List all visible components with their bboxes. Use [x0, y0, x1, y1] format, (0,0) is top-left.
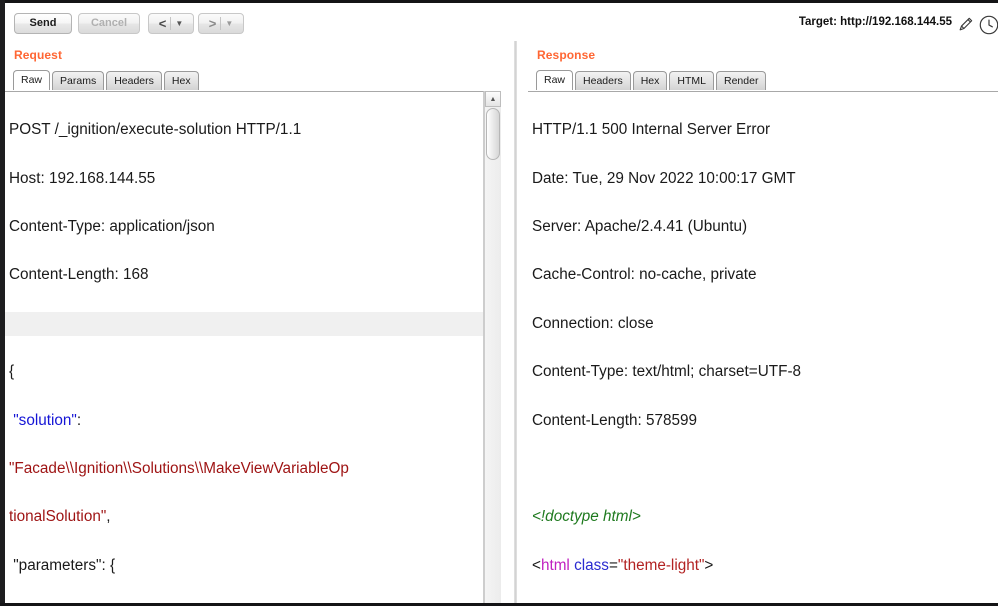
response-header-line: Cache-Control: no-cache, private [532, 266, 757, 284]
response-header-line: Date: Tue, 29 Nov 2022 10:00:17 GMT [532, 169, 796, 187]
request-code[interactable]: POST /_ignition/execute-solution HTTP/1.… [5, 94, 483, 603]
response-body-line: <!doctype html> [532, 505, 996, 529]
previous-request-button[interactable]: < ▼ [148, 13, 194, 34]
response-tab-headers[interactable]: Headers [575, 71, 631, 90]
html-tag-name: html [540, 556, 570, 574]
request-tab-hex[interactable]: Hex [163, 71, 199, 90]
pencil-icon[interactable] [957, 15, 975, 33]
html-close-bracket: > [704, 556, 714, 574]
request-tab-headers[interactable]: Headers [106, 71, 162, 90]
scroll-up-button[interactable]: ▲ [485, 91, 501, 107]
response-header-line: Content-Type: text/html; charset=UTF-8 [532, 363, 802, 381]
request-tabstrip: Raw Params Headers Hex [13, 70, 201, 90]
json-value-solution-part1: "Facade\\Ignition\\Solutions\\MakeViewVa… [9, 460, 349, 478]
cancel-button[interactable]: Cancel [78, 13, 140, 34]
json-key-parameters: "parameters" [13, 556, 102, 574]
burp-repeater-window: Send Cancel < ▼ > ▼ Target: http://192.1… [0, 0, 998, 606]
response-tab-html[interactable]: HTML [669, 71, 714, 90]
request-panel: Request Raw Params Headers Hex POST /_ig… [5, 41, 501, 603]
html-doctype: <!doctype html> [532, 508, 641, 526]
response-tab-raw[interactable]: Raw [536, 70, 574, 90]
next-request-button[interactable]: > ▼ [198, 13, 244, 34]
response-blank-separator [532, 457, 996, 481]
response-header-line: Server: Apache/2.4.41 (Ubuntu) [532, 218, 748, 236]
chevron-right-icon: > [208, 16, 217, 31]
triangle-up-icon: ▲ [489, 95, 497, 103]
send-button[interactable]: Send [14, 13, 72, 34]
chevron-down-icon[interactable]: ▼ [175, 19, 183, 28]
request-header-line: Content-Type: application/json [9, 218, 215, 236]
response-header-line: Connection: close [532, 314, 654, 332]
request-body-line: tionalSolution", [9, 505, 481, 529]
scrollbar-thumb[interactable] [486, 108, 500, 160]
request-body-line: { [9, 360, 481, 384]
response-tabstrip: Raw Headers Hex HTML Render [536, 70, 768, 90]
request-body-line: "variableName": "username", [9, 602, 481, 603]
request-text-view[interactable]: POST /_ignition/execute-solution HTTP/1.… [5, 91, 484, 603]
response-header-line: Content-Length: 578599 [532, 411, 698, 429]
request-blank-separator [5, 311, 483, 337]
panel-divider[interactable] [514, 41, 517, 603]
request-body-line: "Facade\\Ignition\\Solutions\\MakeViewVa… [9, 457, 481, 481]
top-toolbar: Send Cancel < ▼ > ▼ Target: http://192.1… [5, 3, 998, 41]
html-attr-value: "theme-light" [617, 556, 705, 574]
chevron-left-icon: < [158, 16, 167, 31]
html-open-bracket: < [532, 556, 541, 574]
json-colon: : [76, 411, 82, 429]
html-equals: = [608, 556, 618, 574]
nav-separator [170, 17, 172, 30]
response-panel: Response Raw Headers Hex HTML Render HTT… [528, 41, 998, 603]
request-tab-params[interactable]: Params [52, 71, 105, 90]
target-label: Target: http://192.168.144.55 [798, 16, 952, 28]
clock-icon[interactable] [978, 14, 998, 36]
request-body-line: "parameters": { [9, 554, 481, 578]
response-panel-title: Response [537, 48, 596, 62]
request-header-line: Content-Length: 168 [9, 266, 149, 284]
json-open-brace: { [9, 363, 15, 381]
response-body-line: <!-- [532, 602, 996, 603]
request-header-line: POST /_ignition/execute-solution HTTP/1.… [9, 121, 302, 139]
html-attr-name: class [574, 556, 609, 574]
json-value-solution-part2: tionalSolution" [9, 508, 107, 526]
scrollbar-track[interactable] [486, 161, 500, 602]
request-body-line: "solution": [9, 409, 481, 433]
request-header-line: Host: 192.168.144.55 [9, 169, 156, 187]
chevron-down-icon[interactable]: ▼ [225, 19, 233, 28]
response-header-line: HTTP/1.1 500 Internal Server Error [532, 121, 771, 139]
response-tab-render[interactable]: Render [716, 71, 767, 90]
json-comma: , [106, 508, 111, 526]
nav-separator [220, 17, 222, 30]
response-tab-hex[interactable]: Hex [632, 71, 668, 90]
response-code[interactable]: HTTP/1.1 500 Internal Server Error Date:… [532, 94, 996, 603]
json-key-solution: "solution" [13, 411, 77, 429]
request-panel-title: Request [14, 48, 63, 62]
response-text-view[interactable]: HTTP/1.1 500 Internal Server Error Date:… [528, 91, 998, 603]
response-body-line: <html class="theme-light"> [532, 554, 996, 578]
request-scrollbar[interactable]: ▲ [484, 91, 501, 603]
json-parameters-open: : { [101, 556, 116, 574]
request-tab-raw[interactable]: Raw [13, 70, 51, 90]
